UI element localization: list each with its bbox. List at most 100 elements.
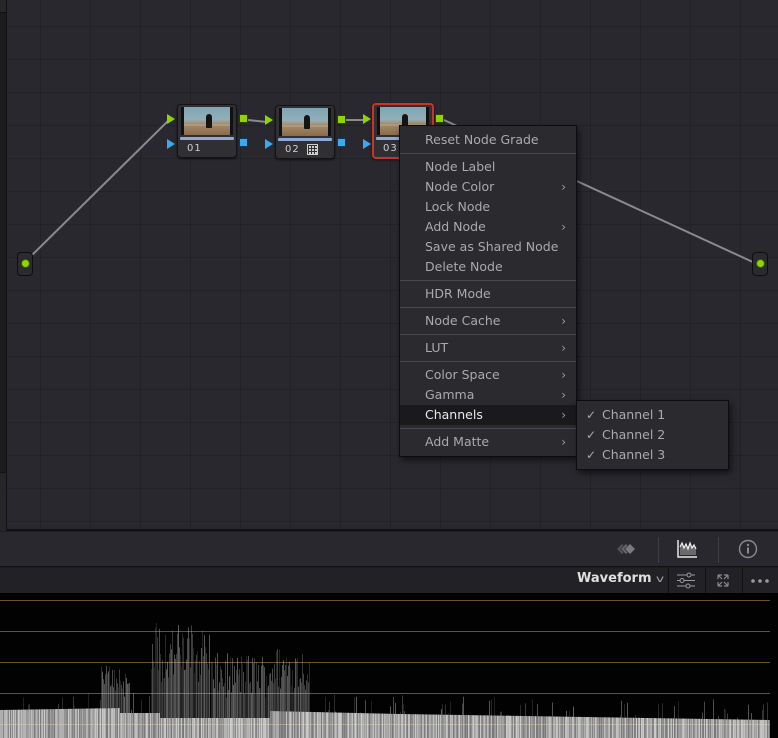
menu-item-add-node[interactable]: Add Node ›: [400, 217, 576, 237]
menu-item-label: Add Node: [425, 219, 486, 234]
more-options-icon: [751, 579, 769, 583]
source-input-dot-icon: [21, 259, 30, 268]
toolbar-separator: [718, 537, 719, 563]
waveform-plot: [0, 600, 770, 738]
chevron-right-icon: ›: [561, 408, 566, 422]
menu-item-gamma[interactable]: Gamma ›: [400, 385, 576, 405]
menu-separator: [400, 304, 576, 311]
node-01[interactable]: 01: [177, 104, 237, 158]
waveform-trace: [0, 623, 770, 738]
chevron-right-icon: ›: [561, 341, 566, 355]
waveform-scope: [0, 593, 778, 738]
menu-item-color-space[interactable]: Color Space ›: [400, 365, 576, 385]
grid-icon: [307, 144, 318, 155]
chevron-right-icon: ›: [561, 314, 566, 328]
node-02-rgb-input[interactable]: [265, 115, 273, 125]
scope-header: Waveform v: [0, 568, 778, 593]
source-input-node[interactable]: [17, 252, 33, 276]
menu-item-label: Channels: [425, 407, 483, 422]
more-options-button[interactable]: [747, 571, 773, 590]
node-status-bar: [180, 137, 234, 140]
left-panel-edge: [0, 0, 7, 531]
node-02[interactable]: 02: [275, 105, 335, 159]
scope-settings-icon: [677, 572, 695, 589]
menu-item-label: Reset Node Grade: [425, 132, 539, 147]
node-02-key-input[interactable]: [265, 139, 273, 149]
menu-item-delete-node[interactable]: Delete Node: [400, 257, 576, 277]
menu-item-lock-node[interactable]: Lock Node: [400, 197, 576, 217]
menu-item-label: HDR Mode: [425, 286, 491, 301]
menu-item-channels[interactable]: Channels ›: [400, 405, 576, 425]
info-button[interactable]: [735, 538, 761, 560]
chevron-right-icon: ›: [561, 220, 566, 234]
node-01-rgb-input[interactable]: [167, 114, 175, 124]
submenu-item-channel-1[interactable]: ✓ Channel 1: [577, 405, 728, 425]
menu-item-node-cache[interactable]: Node Cache ›: [400, 311, 576, 331]
resolve-color-page: 01 02 03 Reset Node Grade Node Label Nod…: [0, 0, 778, 738]
menu-item-label: Node Cache: [425, 313, 501, 328]
expand-icon: [717, 574, 729, 587]
chevron-right-icon: ›: [561, 368, 566, 382]
menu-item-label: Lock Node: [425, 199, 491, 214]
menu-item-lut[interactable]: LUT ›: [400, 338, 576, 358]
node-01-key-output[interactable]: [239, 138, 248, 147]
submenu-item-label: Channel 1: [602, 407, 666, 422]
menu-item-hdr-mode[interactable]: HDR Mode: [400, 284, 576, 304]
header-separator: [668, 568, 669, 593]
menu-item-label: Gamma: [425, 387, 475, 402]
menu-item-label: Save as Shared Node: [425, 239, 559, 254]
menu-separator: [400, 331, 576, 338]
connection-input-to-01: [24, 119, 170, 263]
submenu-item-channel-2[interactable]: ✓ Channel 2: [577, 425, 728, 445]
node-label: 02: [285, 144, 300, 155]
scope-settings-button[interactable]: [673, 571, 699, 590]
submenu-item-label: Channel 3: [602, 447, 666, 462]
menu-separator: [400, 425, 576, 432]
menu-separator: [400, 150, 576, 157]
node-02-rgb-output[interactable]: [337, 115, 346, 124]
node-label: 03: [383, 143, 398, 154]
scopes-icon: [677, 540, 697, 558]
node-03-rgb-output[interactable]: [435, 114, 444, 123]
checkmark-icon: ✓: [586, 408, 597, 422]
node-01-rgb-output[interactable]: [239, 114, 248, 123]
menu-separator: [400, 277, 576, 284]
menu-item-label: Node Color: [425, 179, 495, 194]
submenu-item-label: Channel 2: [602, 427, 666, 442]
chevron-right-icon: ›: [561, 180, 566, 194]
gallery-stills-icon: [617, 544, 635, 554]
menu-separator: [400, 358, 576, 365]
node-thumbnail: [279, 108, 331, 136]
header-separator: [705, 568, 706, 593]
chevron-right-icon: ›: [561, 435, 566, 449]
output-node[interactable]: [752, 252, 768, 276]
menu-item-save-as-shared-node[interactable]: Save as Shared Node: [400, 237, 576, 257]
menu-item-label: LUT: [425, 340, 449, 355]
header-separator: [742, 568, 743, 593]
info-icon: [738, 539, 758, 559]
left-panel-segment-bottom: [0, 472, 6, 531]
node-context-menu: Reset Node Grade Node Label Node Color › …: [399, 125, 577, 457]
node-03-key-input[interactable]: [363, 139, 371, 149]
scope-type-label: Waveform: [577, 571, 652, 586]
submenu-item-channel-3[interactable]: ✓ Channel 3: [577, 445, 728, 465]
menu-item-label: Node Label: [425, 159, 496, 174]
menu-item-node-label[interactable]: Node Label: [400, 157, 576, 177]
gallery-stills-button[interactable]: [614, 538, 640, 560]
scopes-button[interactable]: [675, 538, 701, 560]
output-dot-icon: [756, 259, 765, 268]
node-02-key-output[interactable]: [337, 138, 346, 147]
scope-type-dropdown[interactable]: Waveform v: [577, 571, 665, 589]
expand-button[interactable]: [710, 571, 736, 590]
node-status-bar: [278, 138, 332, 141]
menu-item-label: Add Matte: [425, 434, 490, 449]
menu-item-reset-node-grade[interactable]: Reset Node Grade: [400, 130, 576, 150]
left-panel-segment-top: [0, 0, 6, 13]
menu-item-add-matte[interactable]: Add Matte ›: [400, 432, 576, 452]
checkmark-icon: ✓: [586, 448, 597, 462]
menu-item-node-color[interactable]: Node Color ›: [400, 177, 576, 197]
node-03-rgb-input[interactable]: [363, 114, 371, 124]
checkmark-icon: ✓: [586, 428, 597, 442]
node-01-key-input[interactable]: [167, 139, 175, 149]
toolbar-separator: [658, 537, 659, 563]
